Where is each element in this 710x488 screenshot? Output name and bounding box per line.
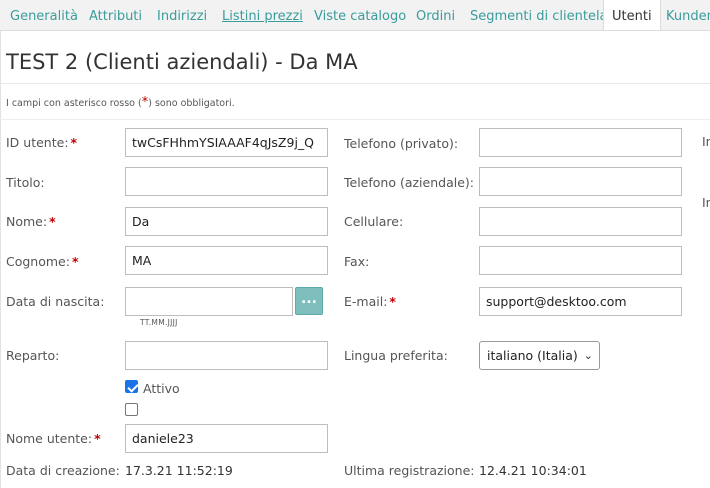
data-creazione-value: 17.3.21 11:52:19 xyxy=(125,463,233,478)
telefono-privato-input[interactable] xyxy=(479,128,682,157)
tab-kunden[interactable]: Kunden xyxy=(666,0,710,30)
ultima-registrazione-label: Ultima registrazione: xyxy=(344,463,475,478)
fax-label: Fax: xyxy=(344,254,370,269)
telefono-privato-label: Telefono (privato): xyxy=(344,136,459,151)
nome-utente-label: Nome utente: * xyxy=(6,431,101,446)
cellulare-label: Cellulare: xyxy=(344,214,404,229)
unlabeled-checkbox[interactable] xyxy=(125,403,138,416)
required-star: * xyxy=(71,254,79,269)
tab-listini-prezzi[interactable]: Listini prezzi xyxy=(222,0,303,30)
titolo-input[interactable] xyxy=(125,167,328,196)
nome-utente-input[interactable]: daniele23 xyxy=(125,424,328,453)
date-format-hint: TT.MM.JJJJ xyxy=(140,318,178,327)
date-picker-button[interactable]: ... xyxy=(295,287,323,315)
tab-generalita[interactable]: Generalità xyxy=(10,0,78,30)
nome-input[interactable]: Da xyxy=(125,207,328,236)
lingua-select[interactable]: italiano (Italia) ⌄ xyxy=(479,341,600,370)
tab-bar: Generalità Attributi Indirizzi Listini p… xyxy=(0,0,710,31)
nome-label-text: Nome: xyxy=(6,214,48,229)
note-text-start: I campi con asterisco rosso ( xyxy=(6,98,142,109)
lingua-selected-value: italiano (Italia) xyxy=(487,348,578,363)
reparto-input[interactable] xyxy=(125,341,328,370)
required-star: * xyxy=(389,294,396,309)
id-utente-input[interactable]: twCsFHhmYSIAAAF4qJsZ9j_Q xyxy=(125,128,328,157)
titolo-label: Titolo: xyxy=(6,175,45,190)
fax-input[interactable] xyxy=(479,246,682,275)
divider xyxy=(0,83,710,84)
lingua-preferita-label: Lingua preferita: xyxy=(344,348,448,363)
cognome-input[interactable]: MA xyxy=(125,246,328,275)
clipped-label: In xyxy=(702,134,710,149)
clipped-label: In xyxy=(702,195,710,210)
email-label-text: E-mail: xyxy=(344,294,388,309)
id-utente-label: ID utente: * xyxy=(6,135,77,150)
data-nascita-label: Data di nascita: xyxy=(6,294,105,309)
attivo-checkbox[interactable] xyxy=(125,380,138,393)
cellulare-input[interactable] xyxy=(479,207,682,236)
tab-attributi[interactable]: Attributi xyxy=(89,0,142,30)
note-text-end: ) sono obbligatori. xyxy=(148,98,235,109)
page-title: TEST 2 (Clienti aziendali) - Da MA xyxy=(6,50,358,74)
required-star: * xyxy=(49,214,56,229)
data-creazione-label: Data di creazione: xyxy=(6,463,120,478)
content-border xyxy=(0,31,1,488)
ultima-registrazione-value: 12.4.21 10:34:01 xyxy=(479,463,587,478)
tab-utenti[interactable]: Utenti xyxy=(603,0,661,30)
telefono-aziendale-label: Telefono (aziendale): xyxy=(344,175,474,190)
required-fields-note: I campi con asterisco rosso (*) sono obb… xyxy=(6,95,235,110)
required-star: * xyxy=(70,135,78,150)
tab-segmenti-clientela[interactable]: Segmenti di clientela xyxy=(470,0,608,30)
reparto-label: Reparto: xyxy=(6,348,60,363)
id-utente-label-text: ID utente: xyxy=(6,135,69,150)
email-input[interactable]: support@desktoo.com xyxy=(479,287,682,316)
chevron-down-icon: ⌄ xyxy=(583,349,593,362)
telefono-aziendale-input[interactable] xyxy=(479,167,682,196)
nome-utente-label-text: Nome utente: xyxy=(6,431,93,446)
attivo-label: Attivo xyxy=(143,381,180,396)
nome-label: Nome: * xyxy=(6,214,56,229)
cognome-label-text: Cognome: xyxy=(6,254,70,269)
data-nascita-input[interactable] xyxy=(125,287,293,316)
tab-ordini[interactable]: Ordini xyxy=(416,0,455,30)
tab-viste-catalogo[interactable]: Viste catalogo xyxy=(314,0,406,30)
email-label: E-mail: * xyxy=(344,294,396,309)
divider xyxy=(0,119,710,120)
cognome-label: Cognome: * xyxy=(6,254,79,269)
tab-indirizzi[interactable]: Indirizzi xyxy=(157,0,207,30)
required-star: * xyxy=(94,431,101,446)
